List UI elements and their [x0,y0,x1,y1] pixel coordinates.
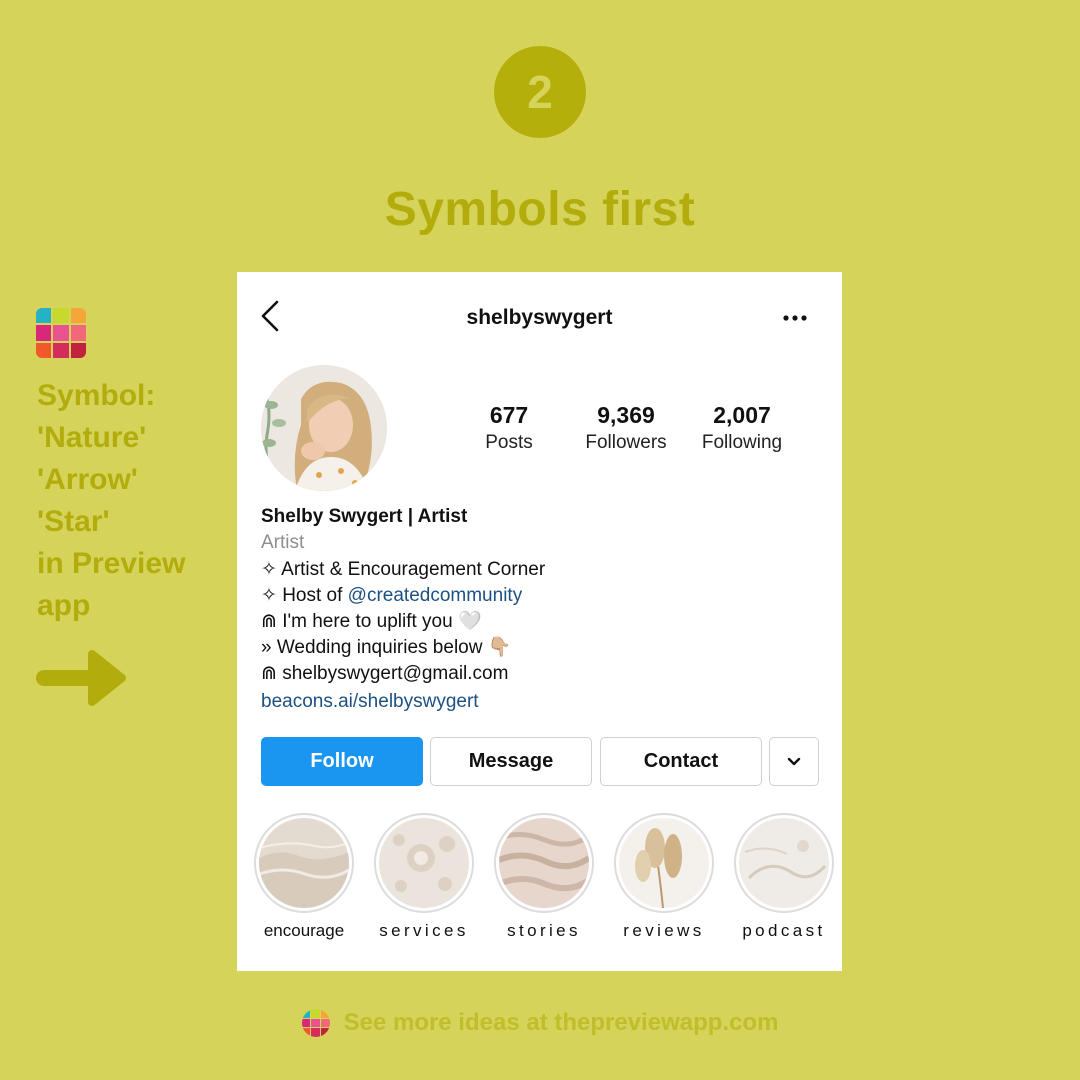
highlight-label: reviews [623,921,705,940]
step-number-badge: 2 [494,46,586,138]
message-button[interactable]: Message [430,737,592,786]
profile-username: shelbyswygert [466,306,613,329]
highlight-reviews[interactable]: reviews [604,813,724,941]
highlight-label: podcast [742,921,826,940]
stat-label: Posts [485,432,533,453]
highlight-label: encourage [263,921,345,940]
stat-label: Followers [585,432,667,453]
contact-button[interactable]: Contact [600,737,762,786]
stat-value: 677 [489,402,529,428]
instagram-profile-card: shelbyswygert 677 Posts 9,369 Followers … [237,272,842,971]
stat-posts[interactable]: 677 Posts [469,402,549,454]
highlight-podcast[interactable]: podcast [724,813,844,941]
bio-line: ⋒ shelbyswygert@gmail.com [261,663,509,684]
bio-line: ✧ Host of @createdcommunity [261,583,826,609]
preview-app-logo-icon [301,1009,330,1037]
caption-line: Symbol: [37,379,156,412]
profile-category: Artist [261,532,305,553]
highlight-label: stories [507,921,581,940]
stat-value: 9,369 [597,402,655,428]
profile-bio: Shelby Swygert | Artist Artist ✧ Artist … [261,505,826,717]
preview-app-logo-icon [36,308,86,358]
stat-value: 2,007 [713,402,771,428]
stat-followers[interactable]: 9,369 Followers [576,402,676,454]
bio-line: » Wedding inquiries below 👇🏼 [261,637,512,658]
caption-line: 'Arrow' [37,463,138,496]
chevron-down-icon [787,757,801,765]
bio-line: ⋒ I'm here to uplift you 🤍 [261,611,482,632]
caption-line: app [37,589,91,622]
profile-avatar[interactable] [261,365,387,491]
caption-line: 'Star' [37,505,110,538]
stat-following[interactable]: 2,007 Following [692,402,792,454]
footer-text[interactable]: See more ideas at thepreviewapp.com [344,1009,779,1037]
step-number: 2 [527,66,553,118]
caption-line: in Preview [37,547,186,580]
display-name: Shelby Swygert | Artist [261,506,468,527]
symbol-caption: Symbol: 'Nature' 'Arrow' 'Star' in Previ… [37,375,227,627]
highlight-services[interactable]: services [364,813,484,941]
suggested-dropdown-button[interactable] [769,737,819,786]
stat-label: Following [701,432,783,453]
website-link[interactable]: beacons.ai/shelbyswygert [261,687,826,717]
bio-line-prefix: ✧ Host of [261,585,348,606]
highlight-stories[interactable]: stories [484,813,604,941]
mention-link[interactable]: @createdcommunity [348,585,523,606]
bio-line: ✧ Artist & Encouragement Corner [261,559,546,580]
headline: Symbols first [384,183,696,236]
arrow-right-icon [36,650,126,706]
footer: See more ideas at thepreviewapp.com [0,1007,1080,1039]
caption-line: 'Nature' [37,421,147,454]
highlight-encourage[interactable]: encourage [244,813,364,941]
follow-button[interactable]: Follow [261,737,423,786]
highlight-label: services [379,921,469,940]
more-options-icon[interactable] [783,314,807,322]
